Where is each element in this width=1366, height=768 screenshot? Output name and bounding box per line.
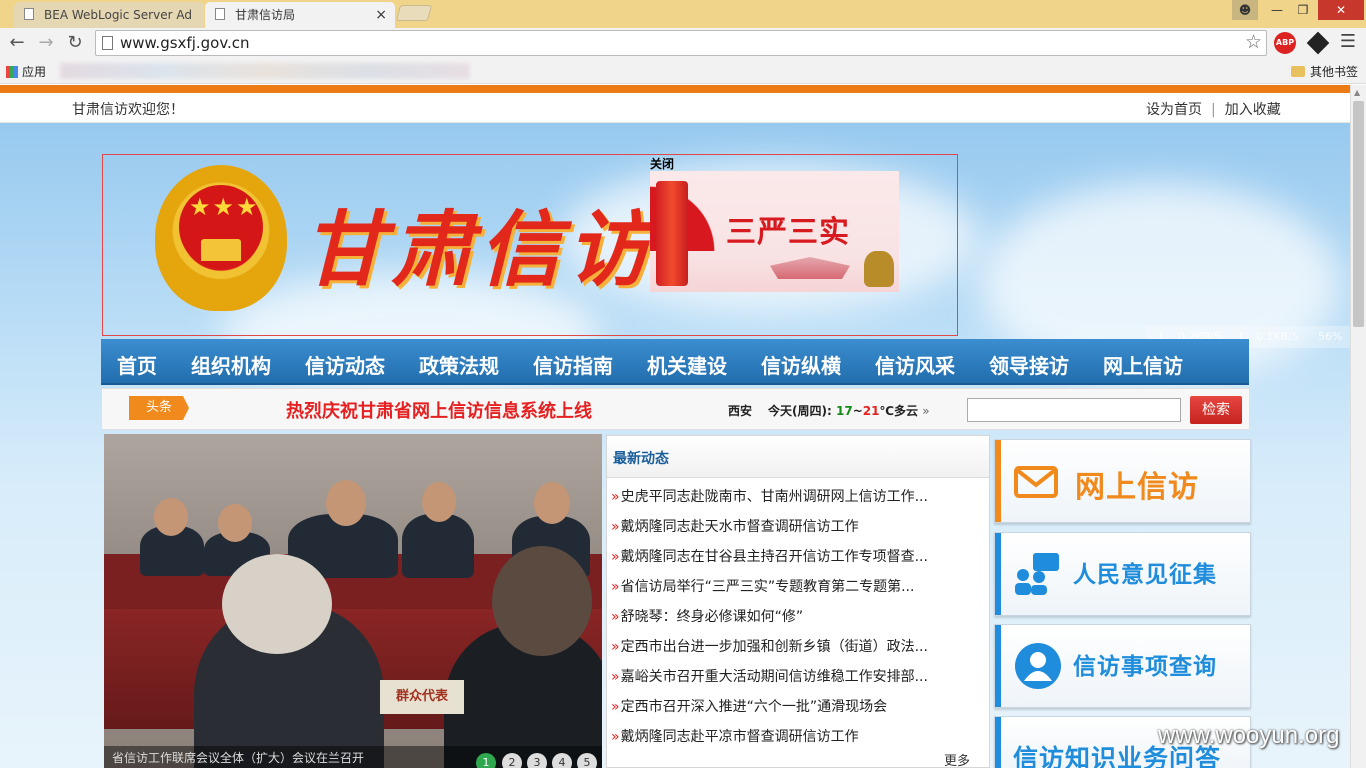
people-chat-icon <box>1013 551 1059 597</box>
web-page: 甘肃信访欢迎您！ 设为首页 | 加入收藏 ★★★ 甘肃信访 关闭 三严三实 ↓ … <box>0 85 1350 768</box>
back-icon[interactable]: ← <box>5 30 29 56</box>
site-logo-title: 甘肃信访 <box>303 202 655 298</box>
nav-home[interactable]: 首页 <box>117 350 157 379</box>
scroll-up-icon[interactable]: ▲ <box>1354 88 1360 97</box>
close-window-button[interactable]: ✕ <box>1318 0 1364 20</box>
site-banner: ★★★ 甘肃信访 关闭 三严三实 <box>102 154 958 336</box>
nav-gallery[interactable]: 信访风采 <box>875 350 955 379</box>
nav-petition-news[interactable]: 信访动态 <box>305 350 385 379</box>
ad-close-button[interactable]: 关闭 <box>650 155 674 172</box>
page-icon <box>102 36 113 50</box>
public-opinion-button[interactable]: 人民意见征集 <box>994 532 1251 616</box>
scrollbar-thumb[interactable] <box>1353 101 1364 327</box>
reload-icon[interactable]: ↻ <box>63 30 87 56</box>
nav-overview[interactable]: 信访纵横 <box>761 350 841 379</box>
page-icon <box>24 8 34 20</box>
tab-title: 甘肃信访局 <box>235 8 296 22</box>
news-item[interactable]: »史虎平同志赴陇南市、甘南州调研网上信访工作... <box>611 486 928 516</box>
folder-icon <box>1290 66 1305 77</box>
news-item[interactable]: »定西市召开深入推进“六个一批”通滑现场会 <box>611 696 928 726</box>
weather-city: 西安 <box>728 404 753 418</box>
search-button[interactable]: 检索 <box>1190 396 1242 424</box>
tab-title: BEA WebLogic Server Ad <box>44 8 192 22</box>
apps-shortcut[interactable]: 应用 <box>6 63 46 80</box>
user-icon <box>1015 643 1061 689</box>
top-links: 设为首页 | 加入收藏 <box>1146 102 1281 118</box>
photo-nameplate: 群众代表 <box>380 680 464 714</box>
top-strip: 甘肃信访欢迎您！ 设为首页 | 加入收藏 <box>0 93 1350 123</box>
user-icon[interactable]: ☻ <box>1232 0 1258 20</box>
slide-dot-3[interactable]: 3 <box>527 753 547 768</box>
star-icon[interactable]: ☆ <box>1245 31 1262 53</box>
ad-image[interactable]: 三严三实 <box>650 171 899 292</box>
apps-icon <box>6 66 18 78</box>
sidebar-button-label: 网上信访 <box>1075 470 1199 505</box>
more-link[interactable]: 更多 <box>944 750 970 768</box>
news-item[interactable]: »省信访局举行“三严三实”专题教育第二专题第... <box>611 576 928 606</box>
maximize-button[interactable]: ❐ <box>1290 0 1316 20</box>
add-favorite-link[interactable]: 加入收藏 <box>1225 102 1281 118</box>
weather-widget: 西安 今天(周四): 17~21℃多云 » <box>728 404 930 418</box>
news-item[interactable]: »嘉峪关市召开重大活动期间信访维稳工作安排部... <box>611 666 928 696</box>
top-accent-bar <box>0 85 1350 93</box>
forward-icon[interactable]: → <box>34 30 58 56</box>
national-emblem: ★★★ <box>155 165 287 311</box>
latest-news-title: 最新动态 <box>613 451 669 467</box>
online-petition-button[interactable]: 网上信访 <box>994 439 1251 523</box>
browser-toolbar: ← → ↻ www.gsxfj.gov.cn ☆ <box>0 28 1366 58</box>
news-list: »史虎平同志赴陇南市、甘南州调研网上信访工作... »戴炳隆同志赴天水市督查调研… <box>611 486 928 756</box>
news-item[interactable]: »戴炳隆同志赴平凉市督查调研信访工作 <box>611 726 928 756</box>
page-icon <box>215 8 225 20</box>
headline-badge: 头条 <box>129 396 189 420</box>
nav-policies[interactable]: 政策法规 <box>419 350 499 379</box>
slide-dot-2[interactable]: 2 <box>502 753 522 768</box>
browser-tab-active[interactable]: 甘肃信访局 × <box>205 2 395 28</box>
browser-tab[interactable]: BEA WebLogic Server Ad <box>14 2 204 28</box>
sidebar-button-label: 人民意见征集 <box>1073 562 1217 588</box>
news-item[interactable]: »定西市出台进一步加强和创新乡镇（街道）政法... <box>611 636 928 666</box>
floating-ad[interactable]: 关闭 三严三实 <box>650 155 900 292</box>
watermark: www.wooyun.org <box>1158 722 1340 749</box>
news-item[interactable]: »舒晓琴：终身必修课如何“修” <box>611 606 928 636</box>
page-scrollbar[interactable]: ▲ <box>1350 85 1366 768</box>
address-bar[interactable]: www.gsxfj.gov.cn ☆ <box>95 30 1267 56</box>
search-input[interactable] <box>967 398 1181 422</box>
blurred-bookmarks <box>60 63 470 79</box>
slide-dot-4[interactable]: 4 <box>552 753 572 768</box>
sidebar-button-label: 信访事项查询 <box>1073 654 1217 680</box>
slide-dot-1[interactable]: 1 <box>476 753 496 768</box>
envelope-icon <box>1013 458 1059 504</box>
nav-organization[interactable]: 组织机构 <box>191 350 271 379</box>
new-tab-button[interactable] <box>395 5 433 21</box>
menu-icon[interactable]: ☰ <box>1336 30 1360 54</box>
url-text[interactable]: www.gsxfj.gov.cn <box>120 34 250 52</box>
news-item[interactable]: »戴炳隆同志在甘谷县主持召开信访工作专项督查... <box>611 546 928 576</box>
other-bookmarks[interactable]: 其他书签 <box>1290 63 1358 80</box>
slide-dot-5[interactable]: 5 <box>577 753 597 768</box>
headline-bar: 头条 热烈庆祝甘肃省网上信访信息系统上线 西安 今天(周四): 17~21℃多云 … <box>101 388 1250 430</box>
more-arrow-icon: » <box>922 404 930 418</box>
photo-caption[interactable]: 省信访工作联席会议全体（扩大）会议在兰召开 <box>112 749 364 766</box>
petition-query-button[interactable]: 信访事项查询 <box>994 624 1251 708</box>
latest-news-header: 最新动态 <box>607 436 989 478</box>
adblock-icon[interactable]: ABP <box>1274 32 1296 54</box>
news-photo-slider[interactable]: 群众代表 省信访工作联席会议全体（扩大）会议在兰召开 1 2 3 4 5 <box>104 434 602 768</box>
welcome-text: 甘肃信访欢迎您！ <box>72 102 184 118</box>
tab-strip: BEA WebLogic Server Ad 甘肃信访局 × ☻ — ❐ ✕ <box>0 0 1366 28</box>
nav-org-building[interactable]: 机关建设 <box>647 350 727 379</box>
nav-guide[interactable]: 信访指南 <box>533 350 613 379</box>
nav-online-petition[interactable]: 网上信访 <box>1103 350 1183 379</box>
news-item[interactable]: »戴炳隆同志赴天水市督查调研信访工作 <box>611 516 928 546</box>
set-home-link[interactable]: 设为首页 <box>1146 102 1202 118</box>
headline-link[interactable]: 热烈庆祝甘肃省网上信访信息系统上线 <box>286 397 592 423</box>
ad-text: 三严三实 <box>726 215 850 250</box>
main-nav: 首页 组织机构 信访动态 政策法规 信访指南 机关建设 信访纵横 信访风采 领导… <box>101 339 1249 385</box>
latest-news-panel: 最新动态 »史虎平同志赴陇南市、甘南州调研网上信访工作... »戴炳隆同志赴天水… <box>606 435 990 768</box>
bookmarks-bar: 应用 其他书签 <box>0 58 1366 84</box>
nav-leader-reception[interactable]: 领导接访 <box>989 350 1069 379</box>
minimize-button[interactable]: — <box>1264 0 1290 20</box>
close-tab-icon[interactable]: × <box>375 4 387 26</box>
